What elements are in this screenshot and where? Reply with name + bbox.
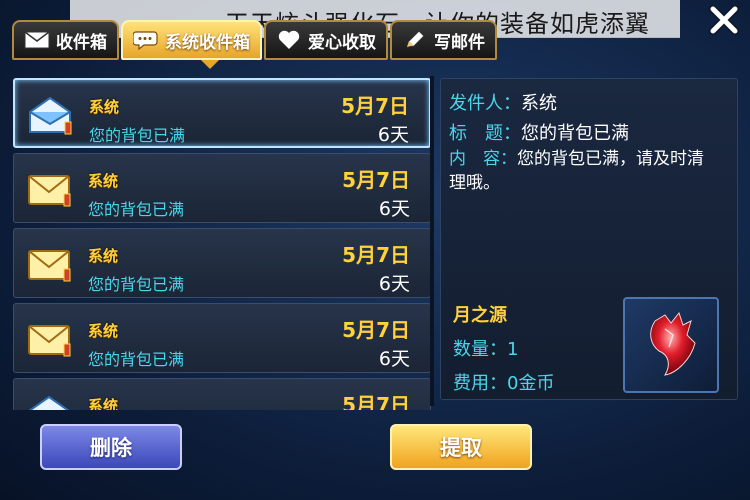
close-button[interactable] bbox=[706, 2, 742, 38]
attachment-cost: 费用：0金币 bbox=[453, 369, 554, 395]
mail-sender: 系统 bbox=[88, 397, 119, 410]
title-value: 您的背包已满 bbox=[521, 123, 629, 144]
tab-system-inbox[interactable]: 系统收件箱 bbox=[121, 20, 262, 60]
close-icon bbox=[708, 4, 740, 36]
mail-expiry: 6天 bbox=[378, 198, 410, 220]
claim-button[interactable]: 提取 bbox=[390, 424, 532, 470]
mail-subject: 您的背包已满 bbox=[88, 200, 185, 219]
mail-sender: 系统 bbox=[89, 98, 120, 116]
detail-sender-row: 发件人：系统 bbox=[449, 89, 557, 115]
red-gem-icon bbox=[650, 311, 696, 376]
attachment-name: 月之源 bbox=[453, 305, 507, 326]
attachment-item-slot[interactable] bbox=[623, 297, 719, 393]
closed-envelope-icon bbox=[26, 168, 72, 210]
closed-envelope-icon bbox=[26, 318, 72, 360]
closed-envelope-icon bbox=[26, 243, 72, 285]
mail-list-item[interactable]: 系统 您的背包已满 5月7日 6天 bbox=[13, 78, 431, 148]
envelope-icon bbox=[24, 30, 50, 50]
mail-list-item[interactable]: 系统 您的背包已满 5月7日 6天 bbox=[13, 153, 431, 223]
detail-title-row: 标 题：您的背包已满 bbox=[449, 119, 629, 145]
mail-subject: 您的背包已满 bbox=[88, 275, 185, 294]
open-envelope-icon bbox=[26, 393, 72, 410]
sender-value: 系统 bbox=[521, 93, 557, 114]
mail-sender: 系统 bbox=[88, 322, 119, 340]
mail-date: 5月7日 bbox=[342, 393, 410, 410]
mail-date: 5月7日 bbox=[341, 94, 409, 118]
mail-list-item[interactable]: 系统 5月7日 bbox=[13, 378, 431, 410]
open-envelope-icon bbox=[27, 94, 73, 136]
cost-label: 费用： bbox=[453, 373, 507, 394]
heart-icon bbox=[276, 30, 302, 50]
delete-button[interactable]: 删除 bbox=[40, 424, 182, 470]
mail-list-scrollbar[interactable] bbox=[430, 76, 434, 406]
mail-sender: 系统 bbox=[88, 172, 119, 190]
mail-subject: 您的背包已满 bbox=[88, 350, 185, 369]
active-tab-indicator bbox=[201, 60, 219, 69]
mail-detail-panel: 发件人：系统 标 题：您的背包已满 内 容：您的背包已满，请及时清理哦。 月之源… bbox=[440, 78, 738, 400]
detail-content: 内 容：您的背包已满，请及时清理哦。 bbox=[449, 147, 719, 195]
mail-date: 5月7日 bbox=[342, 243, 410, 267]
tab-label: 爱心收取 bbox=[308, 32, 376, 53]
mail-list-item[interactable]: 系统 您的背包已满 5月7日 6天 bbox=[13, 228, 431, 298]
pencil-icon bbox=[402, 30, 428, 50]
chat-bubble-icon bbox=[133, 30, 159, 50]
content-label: 内 容： bbox=[449, 149, 517, 169]
mail-date: 5月7日 bbox=[342, 168, 410, 192]
mail-expiry: 6天 bbox=[378, 348, 410, 370]
mail-date: 5月7日 bbox=[342, 318, 410, 342]
mail-expiry: 6天 bbox=[377, 124, 409, 146]
tab-label: 写邮件 bbox=[434, 32, 485, 53]
mail-list: 系统 您的背包已满 5月7日 6天 系统 您的背包已满 5月7日 6天 系统 您… bbox=[10, 74, 434, 410]
tab-inbox[interactable]: 收件箱 bbox=[12, 20, 119, 60]
cost-value: 0金币 bbox=[507, 373, 555, 394]
attachment-quantity: 数量：1 bbox=[453, 335, 518, 361]
mail-expiry: 6天 bbox=[378, 273, 410, 295]
mail-subject: 您的背包已满 bbox=[89, 126, 186, 145]
tab-label: 系统收件箱 bbox=[165, 32, 250, 53]
title-label: 标 题： bbox=[449, 123, 521, 144]
mail-sender: 系统 bbox=[88, 247, 119, 265]
quantity-label: 数量： bbox=[453, 339, 507, 360]
sender-label: 发件人： bbox=[449, 93, 521, 114]
quantity-value: 1 bbox=[507, 339, 519, 360]
tab-label: 收件箱 bbox=[56, 32, 107, 53]
mail-tabs: 收件箱 系统收件箱 爱心收取 写邮件 bbox=[12, 20, 499, 60]
tab-write-mail[interactable]: 写邮件 bbox=[390, 20, 497, 60]
mail-list-item[interactable]: 系统 您的背包已满 5月7日 6天 bbox=[13, 303, 431, 373]
tab-heart-collect[interactable]: 爱心收取 bbox=[264, 20, 388, 60]
